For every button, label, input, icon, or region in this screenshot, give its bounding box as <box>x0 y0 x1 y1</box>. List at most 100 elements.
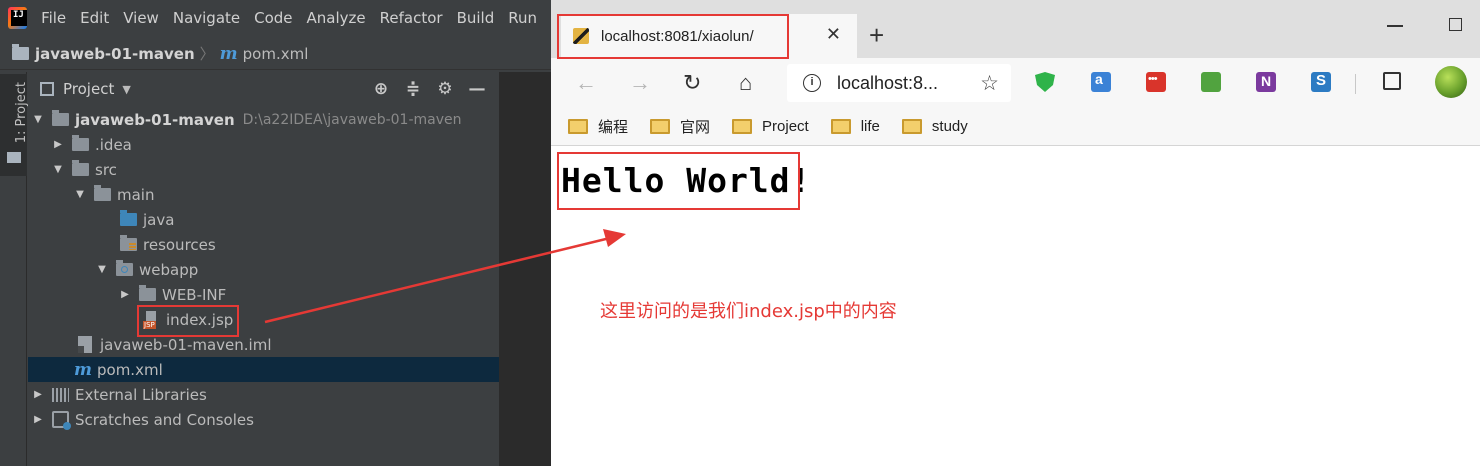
tree-label-java: java <box>143 210 175 229</box>
print-icon[interactable] <box>1201 72 1221 92</box>
expanded-arrow-icon[interactable]: ▼ <box>74 189 86 200</box>
favorite-item[interactable]: life <box>830 118 880 135</box>
onenote-icon[interactable] <box>1256 72 1276 92</box>
menu-code[interactable]: Code <box>254 9 292 27</box>
favorite-item[interactable]: 编程 <box>568 116 628 137</box>
tool-window-strip: 1: Project <box>0 72 29 466</box>
tree-label-pom: pom.xml <box>97 360 163 379</box>
collapsed-arrow-icon[interactable]: ▶ <box>52 139 64 150</box>
folder-icon <box>72 160 89 176</box>
more-dots-extension-icon[interactable] <box>1146 72 1166 92</box>
tree-row-indexjsp[interactable]: JSP index.jsp <box>28 307 499 332</box>
highlight-tab-box <box>557 14 789 59</box>
tree-label-src: src <box>95 160 117 179</box>
breadcrumb-file[interactable]: pom.xml <box>243 45 309 63</box>
tree-row-libraries[interactable]: ▶ External Libraries <box>28 382 499 407</box>
tree-label-libraries: External Libraries <box>75 385 207 404</box>
shield-icon[interactable] <box>1035 72 1055 92</box>
menu-refactor[interactable]: Refactor <box>380 9 443 27</box>
tree-row-pom[interactable]: m pom.xml <box>28 357 499 382</box>
project-view-icon <box>40 82 54 96</box>
favorite-item[interactable]: Project <box>732 118 809 135</box>
home-icon[interactable]: ⌂ <box>739 70 752 96</box>
intellij-logo-icon: IJ <box>8 7 28 29</box>
tree-row-resources[interactable]: resources <box>28 232 499 257</box>
menu-run[interactable]: Run <box>508 9 537 27</box>
tree-row-main[interactable]: ▼ main <box>28 182 499 207</box>
collapsed-arrow-icon[interactable]: ▶ <box>32 389 44 400</box>
collections-icon[interactable] <box>1383 72 1401 90</box>
gear-icon[interactable]: ⚙ <box>429 79 461 99</box>
expanded-arrow-icon[interactable]: ▼ <box>52 164 64 175</box>
iml-file-icon <box>78 336 92 353</box>
folder-icon <box>650 119 671 134</box>
menu-view[interactable]: View <box>123 9 159 27</box>
locate-icon[interactable]: ⊕ <box>365 79 397 99</box>
browser-window: localhost:8081/xiaolun/ ✕ + ← → ↻ ⌂ i lo… <box>551 0 1480 466</box>
favorite-item[interactable]: 官网 <box>650 116 710 137</box>
tree-row-java[interactable]: java <box>28 207 499 232</box>
forward-arrow-icon[interactable]: → <box>629 70 651 96</box>
maven-icon: m <box>219 43 238 64</box>
menu-build[interactable]: Build <box>457 9 495 27</box>
menu-file[interactable]: File <box>41 9 66 27</box>
tree-row-scratches[interactable]: ▶ Scratches and Consoles <box>28 407 499 432</box>
expanded-arrow-icon[interactable]: ▼ <box>96 264 108 275</box>
collapsed-arrow-icon[interactable]: ▶ <box>119 289 131 300</box>
favorite-item[interactable]: study <box>901 118 968 135</box>
breadcrumb-project[interactable]: javaweb-01-maven <box>35 45 195 63</box>
folder-icon <box>732 119 753 134</box>
chevron-down-icon[interactable]: ▼ <box>122 83 130 96</box>
collapse-all-icon[interactable]: ≑ <box>397 79 429 99</box>
menu-edit[interactable]: Edit <box>80 9 109 27</box>
minimize-icon[interactable]: — <box>461 79 493 99</box>
info-icon[interactable]: i <box>803 74 821 92</box>
collapsed-arrow-icon[interactable]: ▶ <box>32 414 44 425</box>
favorite-label: 官网 <box>680 119 711 136</box>
annotation-text: 这里访问的是我们index.jsp中的内容 <box>600 301 897 322</box>
menubar: IJ File Edit View Navigate Code Analyze … <box>0 0 551 36</box>
tab-project[interactable]: 1: Project <box>0 74 29 176</box>
maximize-window-icon[interactable] <box>1449 18 1462 31</box>
menu-analyze[interactable]: Analyze <box>307 9 366 27</box>
minimize-window-icon[interactable] <box>1387 25 1403 27</box>
expanded-arrow-icon[interactable]: ▼ <box>32 114 44 125</box>
refresh-icon[interactable]: ↻ <box>683 70 701 96</box>
tree-row-idea[interactable]: ▶ .idea <box>28 132 499 157</box>
tree-root-path: D:\a22IDEA\javaweb-01-maven <box>242 111 462 128</box>
breadcrumb-separator-icon: 〉 <box>199 45 215 63</box>
folder-icon <box>12 44 29 60</box>
libraries-icon <box>52 387 69 402</box>
tree-row-iml[interactable]: javaweb-01-maven.iml <box>28 332 499 357</box>
panel-title[interactable]: Project <box>63 80 114 98</box>
back-arrow-icon[interactable]: ← <box>575 70 597 96</box>
address-text[interactable]: localhost:8... <box>837 73 938 94</box>
folder-icon <box>901 119 922 134</box>
address-bar[interactable]: i localhost:8... ☆ <box>787 64 1011 102</box>
folder-icon <box>139 285 156 301</box>
avatar[interactable] <box>1435 66 1467 98</box>
tree-row-root[interactable]: ▼ javaweb-01-maven D:\a22IDEA\javaweb-01… <box>28 107 499 132</box>
star-icon[interactable]: ☆ <box>980 71 999 96</box>
tree-label-root: javaweb-01-maven <box>75 110 235 129</box>
tree-row-src[interactable]: ▼ src <box>28 157 499 182</box>
toolbar-divider <box>1355 74 1356 94</box>
folder-icon <box>7 152 21 163</box>
favorite-label: study <box>931 118 968 135</box>
menu-navigate[interactable]: Navigate <box>173 9 240 27</box>
tree-label-main: main <box>117 185 155 204</box>
folder-icon <box>830 119 851 134</box>
new-tab-icon[interactable]: + <box>869 22 884 48</box>
tree-label-scratches: Scratches and Consoles <box>75 410 254 429</box>
folder-icon <box>72 135 89 151</box>
tab-project-label: 1: Project <box>14 82 29 144</box>
tree-label-resources: resources <box>143 235 216 254</box>
s-extension-icon[interactable] <box>1311 72 1331 92</box>
translate-icon[interactable] <box>1091 71 1111 92</box>
tree-row-webapp[interactable]: ▼ webapp <box>28 257 499 282</box>
project-tree: ▼ javaweb-01-maven D:\a22IDEA\javaweb-01… <box>28 107 499 466</box>
tree-row-webinf[interactable]: ▶ WEB-INF <box>28 282 499 307</box>
resources-folder-icon <box>120 235 137 251</box>
close-icon[interactable]: ✕ <box>826 24 841 45</box>
source-folder-icon <box>120 210 137 226</box>
